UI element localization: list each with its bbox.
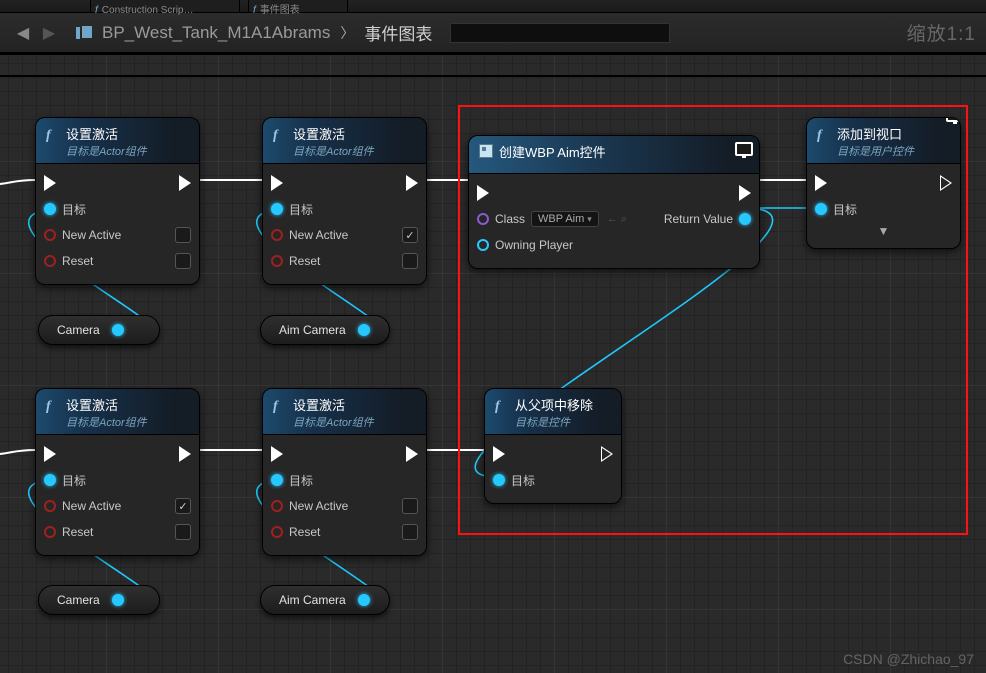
var-camera-2[interactable]: Camera: [38, 585, 160, 615]
breadcrumb-bar: ◀ ▶ BP_West_Tank_M1A1Abrams 〉 事件图表 缩放1:1: [0, 13, 986, 53]
node-title: 设置激活: [66, 124, 147, 143]
target-pin[interactable]: [271, 203, 283, 215]
function-icon: [46, 126, 60, 140]
target-pin[interactable]: [44, 474, 56, 486]
class-selector[interactable]: WBP Aim▾: [531, 211, 599, 227]
new-active-pin[interactable]: [44, 500, 56, 512]
target-pin[interactable]: [44, 203, 56, 215]
exec-in-pin[interactable]: [815, 175, 827, 191]
node-remove-from-parent[interactable]: 从父项中移除 目标是控件 目标: [484, 388, 622, 504]
reset-pin[interactable]: [44, 526, 56, 538]
reset-pin[interactable]: [44, 255, 56, 267]
exec-in-pin[interactable]: [44, 446, 56, 462]
exec-out-pin[interactable]: [601, 446, 613, 462]
target-pin[interactable]: [493, 474, 505, 486]
node-set-active-2[interactable]: 设置激活 目标是Actor组件 目标 New Active✓ Reset: [262, 117, 427, 285]
reset-pin[interactable]: [271, 255, 283, 267]
new-active-checkbox[interactable]: ✓: [175, 498, 191, 514]
exec-in-pin[interactable]: [493, 446, 505, 462]
zoom-indicator: 缩放1:1: [907, 19, 976, 46]
reset-checkbox[interactable]: [175, 253, 191, 269]
node-set-active-3[interactable]: 设置激活 目标是Actor组件 目标 New Active✓ Reset: [35, 388, 200, 556]
target-pin[interactable]: [815, 203, 827, 215]
new-active-checkbox[interactable]: [402, 498, 418, 514]
reset-checkbox[interactable]: [402, 524, 418, 540]
var-output-pin[interactable]: [112, 324, 124, 336]
nav-back-icon[interactable]: ◀: [10, 20, 36, 46]
exec-out-pin[interactable]: [739, 185, 751, 201]
reset-pin[interactable]: [271, 526, 283, 538]
exec-in-pin[interactable]: [44, 175, 56, 191]
breadcrumb-graph[interactable]: 事件图表: [364, 20, 432, 45]
new-active-checkbox[interactable]: ✓: [402, 227, 418, 243]
history-dropdown[interactable]: [450, 23, 670, 43]
node-set-active-1[interactable]: 设置激活 目标是Actor组件 目标 New Active Reset: [35, 117, 200, 285]
nav-fwd-icon[interactable]: ▶: [36, 20, 62, 46]
widget-icon: [479, 144, 493, 158]
return-value-pin[interactable]: [739, 213, 751, 225]
exec-out-pin[interactable]: [406, 175, 418, 191]
screen-icon: [735, 142, 753, 156]
new-active-pin[interactable]: [44, 229, 56, 241]
screen-icon: [946, 117, 961, 122]
new-active-checkbox[interactable]: [175, 227, 191, 243]
exec-out-pin[interactable]: [940, 175, 952, 191]
var-output-pin[interactable]: [358, 594, 370, 606]
breadcrumb-blueprint[interactable]: BP_West_Tank_M1A1Abrams: [102, 23, 330, 43]
chevron-right-icon: 〉: [340, 23, 354, 43]
var-camera-1[interactable]: Camera: [38, 315, 160, 345]
function-icon: [817, 126, 831, 140]
node-add-to-viewport[interactable]: 添加到视口 目标是用户控件 目标 ▼: [806, 117, 961, 249]
expand-icon[interactable]: ▼: [815, 222, 952, 238]
exec-in-pin[interactable]: [477, 185, 489, 201]
target-pin[interactable]: [271, 474, 283, 486]
reset-checkbox[interactable]: [402, 253, 418, 269]
blueprint-icon: [76, 26, 94, 40]
watermark: CSDN @Zhichao_97: [843, 651, 974, 667]
new-active-pin[interactable]: [271, 500, 283, 512]
node-title: 创建WBP Aim控件: [499, 142, 606, 161]
function-icon: [46, 397, 60, 411]
node-subtitle: 目标是Actor组件: [66, 143, 147, 159]
class-nav-icon[interactable]: ← ⌕: [607, 213, 627, 226]
var-output-pin[interactable]: [112, 594, 124, 606]
exec-out-pin[interactable]: [179, 175, 191, 191]
node-create-widget[interactable]: 创建WBP Aim控件 Class WBP Aim▾ ← ⌕ Return Va…: [468, 135, 760, 269]
class-pin[interactable]: [477, 213, 489, 225]
graph-canvas[interactable]: 设置激活 目标是Actor组件 目标 New Active Reset 设置激活…: [0, 53, 986, 673]
var-aim-camera-2[interactable]: Aim Camera: [260, 585, 390, 615]
function-icon: [273, 126, 287, 140]
owning-player-pin[interactable]: [477, 239, 489, 251]
new-active-pin[interactable]: [271, 229, 283, 241]
function-icon: [273, 397, 287, 411]
exec-in-pin[interactable]: [271, 175, 283, 191]
function-icon: [495, 397, 509, 411]
exec-out-pin[interactable]: [406, 446, 418, 462]
reset-checkbox[interactable]: [175, 524, 191, 540]
var-aim-camera-1[interactable]: Aim Camera: [260, 315, 390, 345]
exec-out-pin[interactable]: [179, 446, 191, 462]
node-set-active-4[interactable]: 设置激活 目标是Actor组件 目标 New Active Reset: [262, 388, 427, 556]
var-output-pin[interactable]: [358, 324, 370, 336]
exec-in-pin[interactable]: [271, 446, 283, 462]
